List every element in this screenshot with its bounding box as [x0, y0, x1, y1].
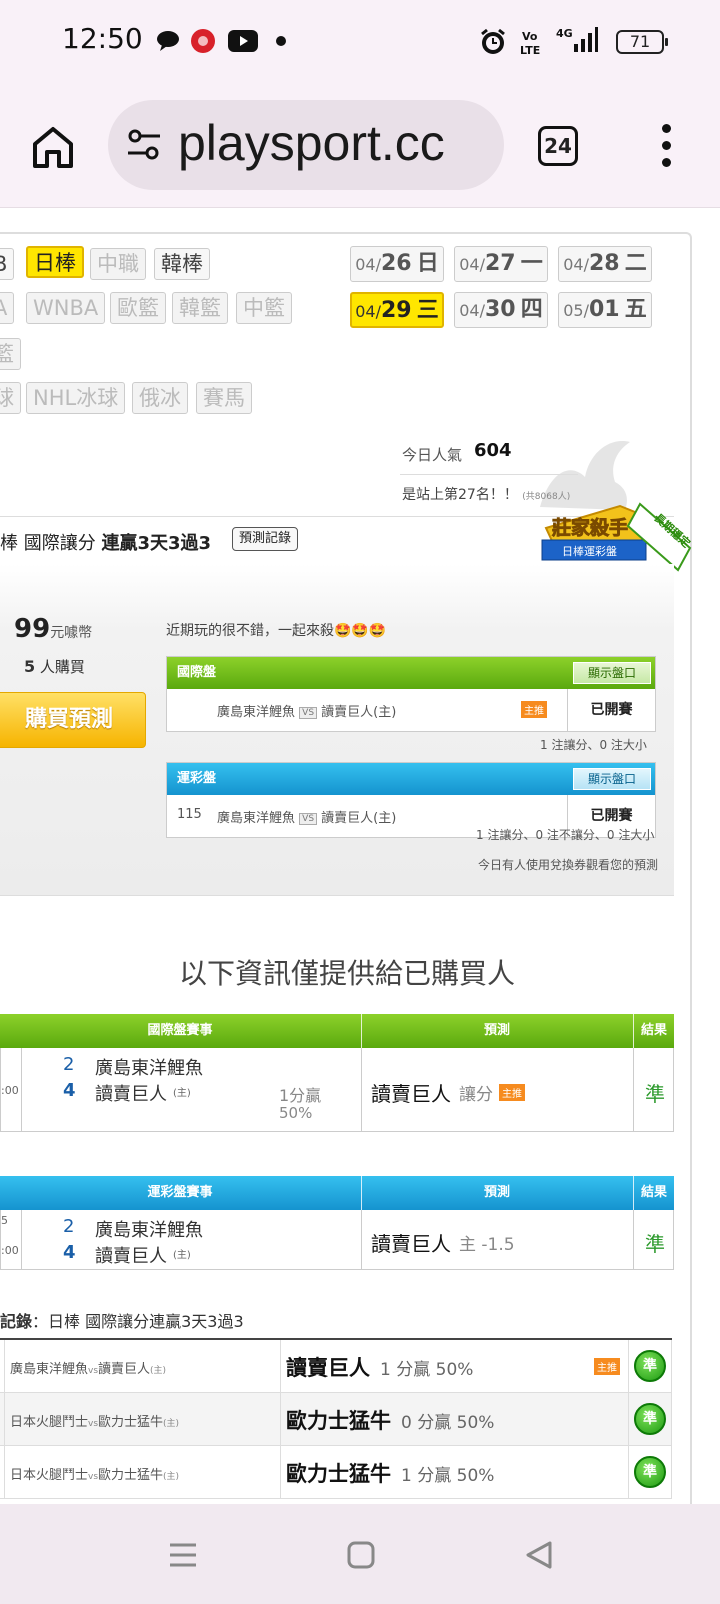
featured-tag: 主推 — [499, 1084, 525, 1101]
volte-icon: VoLTE — [520, 30, 540, 56]
sport-tag[interactable]: 韓籃 — [172, 292, 228, 324]
table-row: 廣島東洋鯉魚vs讀賣巨人(主) 讀賣巨人 1 分贏 50% 主推 準 — [0, 1340, 672, 1393]
vs-icon: VS — [299, 706, 318, 719]
table-header: 運彩盤賽事 預測 結果 — [0, 1176, 674, 1210]
dot-icon — [276, 36, 286, 46]
date-button[interactable]: 04/26 日 — [350, 246, 444, 282]
board-game-row: 廣島東洋鯉魚 VS 讀賣巨人(主) 主推 已開賽 — [167, 689, 655, 731]
back-nav-icon[interactable] — [524, 1540, 554, 1570]
sport-tag[interactable]: 歐籃 — [110, 292, 166, 324]
pick-team: 讀賣巨人 — [371, 1082, 451, 1106]
table-header: 國際盤賽事 預測 結果 — [0, 1014, 674, 1048]
voucher-note: 今日有人使用兌換券觀看您的預測 — [478, 858, 659, 872]
divider — [400, 474, 578, 475]
address-bar[interactable]: playsport.cc — [108, 100, 504, 190]
table-row: 日本火腿鬥士vs歐力士猛牛(主) 歐力士猛牛 0 分贏 50% 準 — [0, 1393, 672, 1446]
site-settings-icon[interactable] — [126, 128, 162, 162]
sport-tag[interactable]: WNBA — [26, 292, 106, 324]
prediction-title: 棒 國際讓分 連贏3天3過3 — [0, 533, 212, 554]
sports-lottery-result-table: 運彩盤賽事 預測 結果 5 :00 2 廣島東洋鯉魚 4 讀賣巨人 (主) 讀賣… — [0, 1176, 674, 1270]
result-hit-icon: 準 — [634, 1350, 666, 1382]
prediction-record-button[interactable]: 預測記錄 — [232, 527, 299, 551]
board-header: 運彩盤 顯示盤口 — [167, 763, 655, 795]
board-note: 1 注讓分、0 注大小 — [540, 738, 647, 752]
url-text: playsport.cc — [178, 115, 445, 171]
date-button[interactable]: 04/30 四 — [454, 292, 548, 328]
prediction-panel: 99元噱幣 5 人購買 購買預測 近期玩的很不錯，一起來殺🤩🤩🤩 國際盤 顯示盤… — [0, 564, 674, 896]
international-board: 國際盤 顯示盤口 廣島東洋鯉魚 VS 讀賣巨人(主) 主推 已開賽 — [166, 656, 656, 732]
popularity-label: 今日人氣 — [402, 446, 463, 464]
sport-tag[interactable]: A — [0, 292, 15, 324]
board-note: 1 注讓分、0 注不讓分、0 注大小 — [476, 828, 655, 842]
sport-tag[interactable]: B — [0, 248, 15, 280]
vs-icon: VS — [299, 812, 318, 825]
featured-tag: 主推 — [521, 701, 547, 718]
result-hit-icon: 準 — [634, 1456, 666, 1488]
price: 99元噱幣 — [14, 614, 93, 644]
web-page: B 日棒 中職 韓棒 A WNBA 歐籃 韓籃 中籃 籃 球 NHL冰球 俄冰 … — [0, 208, 720, 1504]
battery-indicator: 71 — [616, 30, 668, 54]
svg-text:莊家殺手: 莊家殺手 — [552, 516, 628, 539]
table-row: 日本火腿鬥士vs歐力士猛牛(主) 歐力士猛牛 1 分贏 50% 準 — [0, 1446, 672, 1499]
table-row: 5 :00 2 廣島東洋鯉魚 4 讀賣巨人 (主) 讀賣巨人 主 -1.5 準 — [0, 1210, 674, 1270]
app-notification-icon — [191, 29, 215, 53]
svg-text:4G: 4G — [556, 27, 573, 40]
date-button[interactable]: 04/28 二 — [558, 246, 652, 282]
svg-text:LTE: LTE — [520, 44, 540, 56]
popularity-value: 604 — [474, 440, 512, 461]
show-odds-button[interactable]: 顯示盤口 — [573, 662, 651, 684]
international-result-table: 國際盤賽事 預測 結果 :00 2 廣島東洋鯉魚 4 讀賣巨人 (主) 1分贏 … — [0, 1014, 674, 1132]
tab-switcher-button[interactable]: 24 — [538, 126, 578, 166]
svg-text:日棒運彩盤: 日棒運彩盤 — [562, 544, 617, 558]
sport-tag[interactable]: 球 — [0, 382, 21, 414]
board-header: 國際盤 顯示盤口 — [167, 657, 655, 689]
result-hit: 準 — [645, 1232, 665, 1256]
home-icon[interactable] — [30, 124, 76, 170]
alarm-icon — [481, 28, 505, 54]
status-bar: 12:50 Vo LTE 4G 71 — [0, 0, 720, 84]
predictor-comment: 近期玩的很不錯，一起來殺🤩🤩🤩 — [166, 623, 387, 639]
record-title: 記錄：日棒 國際讓分連贏3天3過3 — [0, 1312, 244, 1331]
clock: 12:50 — [62, 22, 143, 55]
sport-tag[interactable]: 俄冰 — [132, 382, 188, 414]
home-nav-icon[interactable] — [346, 1540, 376, 1570]
pick-team: 讀賣巨人 — [371, 1232, 451, 1256]
sport-tag[interactable]: 籃 — [0, 338, 21, 370]
overflow-menu-icon[interactable] — [660, 124, 672, 168]
table-row: :00 2 廣島東洋鯉魚 4 讀賣巨人 (主) 1分贏 50% 讀賣巨人 讓分 … — [0, 1048, 674, 1132]
buyers-only-banner: 以下資訊僅提供給已購買人 — [178, 957, 515, 990]
sport-tag[interactable]: 中籃 — [236, 292, 292, 324]
signal-icon: 4G — [556, 27, 598, 52]
record-table: 廣島東洋鯉魚vs讀賣巨人(主) 讀賣巨人 1 分贏 50% 主推 準 日本火腿鬥士… — [0, 1338, 672, 1499]
buyer-count: 5 人購買 — [24, 657, 85, 676]
date-button[interactable]: 05/01 五 — [558, 292, 652, 328]
recent-apps-icon[interactable] — [168, 1540, 198, 1570]
sport-tag-selected[interactable]: 日棒 — [26, 246, 84, 278]
date-button-selected[interactable]: 04/29 三 — [350, 292, 444, 328]
svg-text:Vo: Vo — [522, 30, 538, 43]
chat-icon — [157, 31, 179, 51]
result-hit: 準 — [645, 1082, 665, 1106]
show-odds-button[interactable]: 顯示盤口 — [573, 768, 651, 790]
featured-tag: 主推 — [594, 1358, 620, 1375]
sport-tag[interactable]: 韓棒 — [154, 248, 210, 280]
date-button[interactable]: 04/27 一 — [454, 246, 548, 282]
browser-toolbar: playsport.cc 24 — [0, 84, 720, 208]
sport-tag[interactable]: NHL冰球 — [26, 382, 126, 414]
game-status: 已開賽 — [567, 689, 655, 731]
youtube-icon — [228, 30, 258, 52]
result-hit-icon: 準 — [634, 1403, 666, 1435]
sport-tag[interactable]: 中職 — [90, 248, 146, 280]
system-nav-bar — [0, 1504, 720, 1604]
buy-prediction-button[interactable]: 購買預測 — [0, 692, 146, 748]
sport-tag[interactable]: 賽馬 — [196, 382, 252, 414]
